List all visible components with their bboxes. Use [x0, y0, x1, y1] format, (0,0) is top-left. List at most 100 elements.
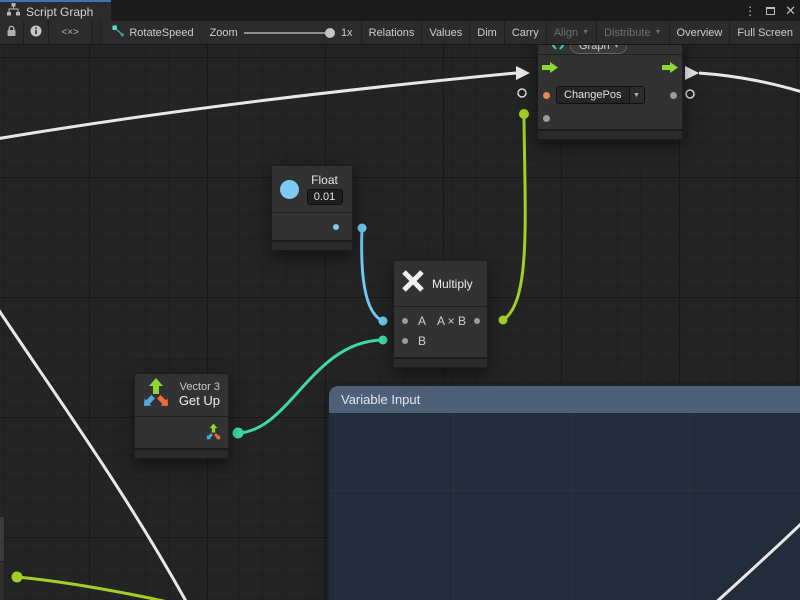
wire-endpoint[interactable] [12, 572, 23, 583]
wire-float-to-multiply-a [362, 228, 383, 321]
wire-lime-offscreen [17, 577, 225, 600]
wire-endpoint[interactable] [358, 224, 367, 233]
node-float[interactable]: Float [271, 165, 353, 251]
zoom-value: 1x [341, 27, 353, 39]
window-controls: ⋮ ✕ [744, 0, 796, 21]
tab-label: Script Graph [26, 5, 93, 19]
info-button[interactable] [24, 21, 49, 44]
toolbar-gap [92, 21, 102, 44]
wire-control-in [0, 73, 516, 140]
value-input-row [538, 107, 682, 129]
lock-button[interactable] [0, 21, 24, 44]
info-icon [30, 25, 42, 40]
node-footer [272, 240, 352, 250]
zoom-slider-handle[interactable] [325, 28, 335, 38]
float-type-icon [280, 180, 299, 199]
close-icon[interactable]: ✕ [785, 4, 796, 17]
control-out-arrow-icon [685, 66, 699, 80]
float-value-field[interactable] [307, 189, 343, 205]
values-button[interactable]: Values [422, 21, 470, 44]
unconnected-port-ring [518, 89, 526, 97]
node-footer [135, 448, 228, 458]
multiply-header: Multiply [394, 261, 487, 307]
tab-script-graph[interactable]: Script Graph [0, 0, 111, 21]
code-toggle-button[interactable]: <×> [49, 21, 92, 44]
chevron-down-icon: ▼ [655, 29, 662, 36]
output-label: A × B [437, 314, 466, 328]
vector-body [135, 417, 228, 448]
dim-button[interactable]: Dim [470, 21, 505, 44]
graph-canvas[interactable]: Variable Input [0, 45, 800, 600]
group-header[interactable]: Variable Input [329, 386, 800, 413]
node-vector3-get-up[interactable]: Vector 3 Get Up [134, 373, 229, 459]
float-body [272, 213, 352, 240]
node-graph-icon [112, 25, 124, 40]
control-in-arrow-icon [516, 66, 530, 80]
variable-name-dropdown[interactable]: ChangePos ▼ [556, 86, 645, 104]
zoom-slider[interactable] [244, 28, 335, 38]
wire-endpoint[interactable] [379, 336, 388, 345]
output-port[interactable] [474, 318, 480, 324]
chevron-down-icon: ▼ [582, 29, 589, 36]
chevron-down-icon: ▾ [615, 45, 619, 50]
wire-endpoint[interactable] [379, 317, 388, 326]
variable-kind-dropdown[interactable]: Graph ▾ [570, 45, 627, 54]
graph-toolbar: <×> RotateSpeed Zoom 1x Relations Values… [0, 21, 800, 45]
zoom-control: Zoom 1x [202, 21, 362, 44]
wire-endpoint[interactable] [519, 109, 529, 119]
variable-name-row: ChangePos ▼ [538, 83, 682, 107]
wire-control-out [699, 73, 800, 93]
control-input-port[interactable] [542, 60, 558, 78]
wire-endpoint[interactable] [233, 428, 244, 439]
relations-button[interactable]: Relations [362, 21, 423, 44]
node-footer [394, 357, 487, 367]
float-header: Float [272, 166, 352, 213]
value-input-port[interactable] [543, 115, 550, 122]
code-toggle-label: <×> [61, 27, 79, 38]
graph-name-label: RotateSpeed [129, 27, 193, 39]
input-a-port[interactable] [402, 318, 408, 324]
group-title: Variable Input [341, 392, 420, 407]
offscreen-node-edge[interactable] [0, 517, 5, 600]
vector3-output-port[interactable] [205, 423, 222, 441]
align-button: Align▼ [547, 21, 597, 44]
vector-type-label: Vector 3 [179, 381, 220, 394]
node-footer [538, 129, 682, 139]
tab-bar: Script Graph ⋮ ✕ [0, 0, 800, 21]
node-multiply[interactable]: Multiply A A × B B [393, 260, 488, 368]
vector-header: Vector 3 Get Up [135, 374, 228, 417]
name-input-port[interactable] [543, 92, 550, 99]
vector3-axes-icon [141, 377, 171, 414]
set-variable-header: Graph ▾ [538, 45, 682, 55]
multiply-x-icon [402, 270, 424, 297]
full-screen-button[interactable]: Full Screen [730, 21, 800, 44]
multiply-title: Multiply [432, 277, 473, 291]
control-flow-row [538, 55, 682, 83]
multiply-row-a: A A × B [394, 311, 487, 331]
multiply-body: A A × B B [394, 307, 487, 357]
maximize-icon[interactable] [766, 7, 775, 15]
float-title: Float [311, 173, 338, 187]
padlock-icon [6, 25, 17, 40]
input-b-port[interactable] [402, 338, 408, 344]
zoom-label: Zoom [210, 27, 238, 39]
value-output-port[interactable] [670, 92, 677, 99]
wire-endpoint[interactable] [499, 316, 508, 325]
node-set-variable[interactable]: Graph ▾ ChangePos ▼ [537, 45, 683, 140]
wire-multiply-to-setvar [503, 118, 525, 320]
zoom-slider-track [244, 32, 331, 34]
vector-title: Get Up [179, 394, 220, 409]
overview-button[interactable]: Overview [670, 21, 731, 44]
group-variable-input[interactable]: Variable Input [328, 385, 800, 600]
distribute-button: Distribute▼ [597, 21, 669, 44]
multiply-row-b: B [394, 331, 487, 351]
control-output-port[interactable] [662, 60, 678, 78]
graph-breadcrumb[interactable]: RotateSpeed [102, 21, 201, 44]
float-output-port[interactable] [333, 224, 339, 230]
menu-kebab-icon[interactable]: ⋮ [744, 5, 756, 17]
carry-button[interactable]: Carry [505, 21, 547, 44]
script-graph-window: Script Graph ⋮ ✕ <×> RotateSpeed [0, 0, 800, 600]
chevron-down-icon[interactable]: ▼ [629, 87, 644, 103]
unconnected-port-ring [686, 90, 694, 98]
hierarchy-icon [7, 3, 20, 21]
